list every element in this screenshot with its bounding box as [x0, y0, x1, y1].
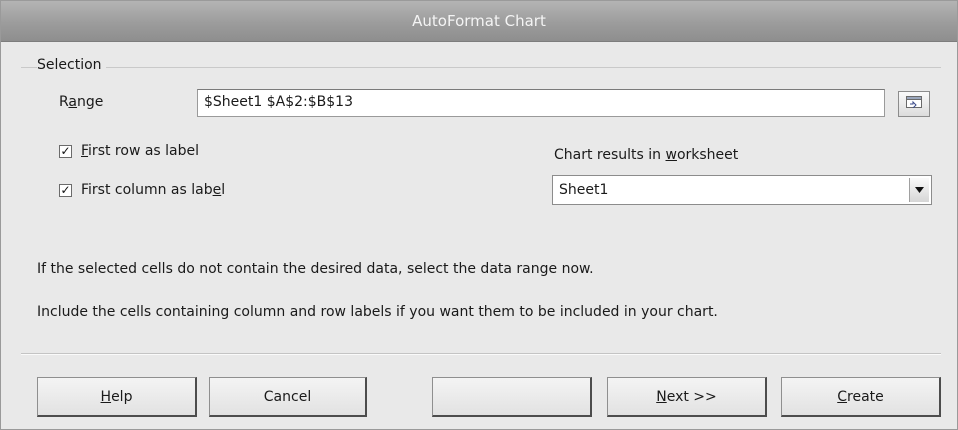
results-worksheet-value: Sheet1	[559, 182, 609, 198]
results-worksheet-label: Chart results in worksheet	[554, 147, 739, 163]
dialog-title-bar[interactable]: AutoFormat Chart	[1, 1, 957, 42]
first-column-checkbox[interactable]: ✓	[59, 183, 72, 197]
selection-group-title: Selection	[37, 57, 106, 73]
info-text-line-2: Include the cells containing column and …	[37, 304, 718, 320]
info-text-line-1: If the selected cells do not contain the…	[37, 261, 594, 277]
help-button-label: Help	[100, 388, 133, 405]
range-label: Range	[59, 94, 104, 110]
cancel-button-label: Cancel	[263, 388, 312, 405]
shrink-dialog-icon	[906, 96, 922, 112]
chevron-down-icon[interactable]	[909, 178, 929, 202]
cancel-button[interactable]: Cancel	[209, 377, 367, 417]
first-row-label: First row as label	[81, 143, 200, 159]
first-row-checkbox[interactable]: ✓	[59, 144, 72, 158]
first-column-label: First column as label	[81, 182, 226, 198]
autoformat-chart-dialog: AutoFormat Chart Selection Range $Sheet1…	[0, 0, 958, 430]
help-button[interactable]: Help	[37, 377, 197, 417]
back-button[interactable]	[432, 377, 592, 417]
dialog-title: AutoFormat Chart	[412, 12, 546, 30]
shrink-button[interactable]	[898, 91, 930, 117]
first-row-checkbox-row[interactable]: ✓ First row as label	[59, 143, 199, 159]
results-worksheet-select[interactable]: Sheet1	[552, 175, 932, 205]
next-button-label: Next >>	[656, 388, 717, 405]
create-button[interactable]: Create	[781, 377, 941, 417]
range-input[interactable]: $Sheet1 $A$2:$B$13	[197, 89, 885, 117]
first-column-checkbox-row[interactable]: ✓ First column as label	[59, 182, 225, 198]
button-separator	[21, 353, 941, 355]
create-button-label: Create	[837, 388, 884, 405]
next-button[interactable]: Next >>	[607, 377, 767, 417]
